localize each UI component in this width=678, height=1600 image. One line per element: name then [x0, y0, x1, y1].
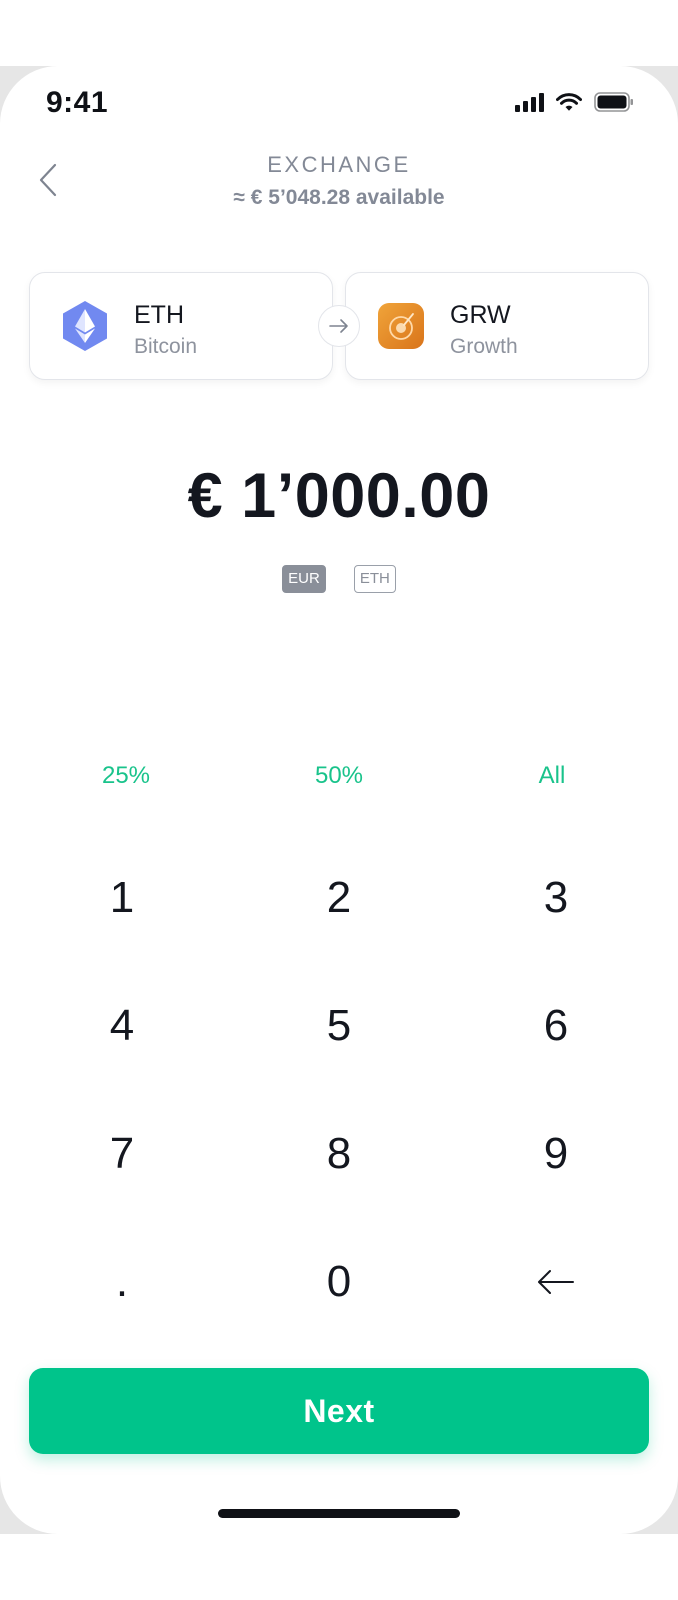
key-0[interactable]: 0: [264, 1232, 414, 1332]
page-title: EXCHANGE: [267, 152, 411, 177]
key-3[interactable]: 3: [481, 848, 631, 948]
key-8[interactable]: 8: [264, 1104, 414, 1204]
status-time: 9:41: [46, 86, 109, 119]
key-2[interactable]: 2: [264, 848, 414, 948]
currency-chip-eth[interactable]: ETH: [353, 565, 396, 593]
key-decimal[interactable]: .: [47, 1232, 197, 1332]
signal-icon: [515, 92, 544, 112]
swap-button[interactable]: [318, 305, 360, 347]
percent-50-button[interactable]: 50%: [279, 762, 399, 790]
next-button[interactable]: Next: [29, 1368, 649, 1454]
currency-toggle: EUR ETH: [0, 565, 678, 593]
from-asset-symbol: ETH: [134, 301, 184, 329]
to-asset-card[interactable]: GRW Growth: [345, 272, 649, 380]
key-1[interactable]: 1: [47, 848, 197, 948]
key-7[interactable]: 7: [47, 1104, 197, 1204]
home-indicator: [218, 1509, 460, 1518]
key-6[interactable]: 6: [481, 976, 631, 1076]
to-asset-name: Growth: [450, 335, 518, 358]
percent-all-button[interactable]: All: [492, 762, 612, 790]
ethereum-icon: [58, 299, 112, 353]
battery-icon: [594, 92, 634, 112]
growth-icon: [374, 299, 428, 353]
currency-chip-eur[interactable]: EUR: [282, 565, 326, 593]
key-9[interactable]: 9: [481, 1104, 631, 1204]
available-balance: ≈ € 5’048.28 available: [233, 186, 445, 209]
phone-screen: 9:41 EXCHANGE ≈ € 5’048.28 available ETH…: [0, 66, 678, 1534]
from-asset-name: Bitcoin: [134, 335, 198, 358]
arrow-right-icon: [329, 319, 348, 333]
to-asset-symbol: GRW: [450, 301, 511, 329]
backspace-icon: [538, 1270, 574, 1294]
exchange-amount: € 1’000.00: [187, 461, 491, 531]
percent-25-button[interactable]: 25%: [66, 762, 186, 790]
key-4[interactable]: 4: [47, 976, 197, 1076]
key-5[interactable]: 5: [264, 976, 414, 1076]
status-icons: [515, 92, 634, 112]
from-asset-card[interactable]: ETH Bitcoin: [29, 272, 333, 380]
backspace-button[interactable]: [481, 1232, 631, 1332]
wifi-icon: [556, 92, 582, 112]
